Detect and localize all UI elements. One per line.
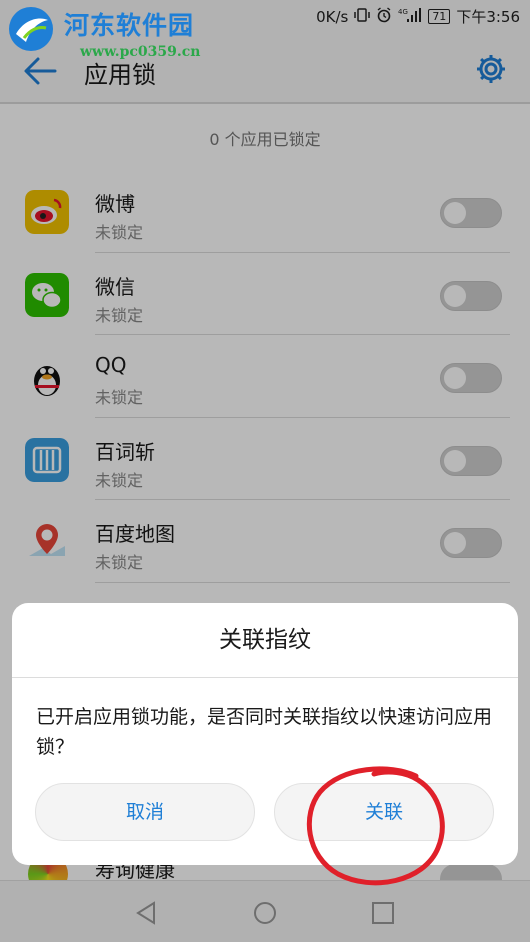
watermark-logo-icon [9,7,53,51]
cancel-button[interactable]: 取消 [35,783,255,841]
watermark-url: www.pc0359.cn [80,44,201,60]
divider [12,677,518,678]
red-circle-annotation [306,766,445,886]
dialog-message: 已开启应用锁功能，是否同时关联指纹以快速访问应用锁？ [36,706,493,758]
watermark-name: 河东软件园 [64,11,195,40]
app-lock-screen: 0K/s 4G 71 下午3:56 应用锁 0 个应用已锁定 微博 未锁定 微信… [0,0,530,942]
dialog-title: 关联指纹 [219,627,311,653]
